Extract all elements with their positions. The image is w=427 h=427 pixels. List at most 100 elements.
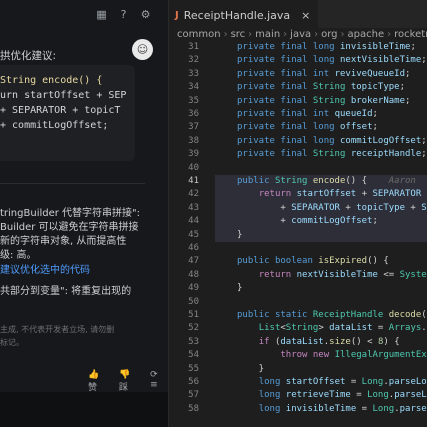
code-line[interactable]: 44 + commitLogOffset; xyxy=(169,215,427,228)
code-line[interactable]: 38 private final long commitLogOffset; xyxy=(169,135,427,148)
code-line[interactable]: 42 return startOffset + SEPARATOR + xyxy=(169,188,427,201)
line-number: 31 xyxy=(188,42,199,52)
screen: ▦ ? ⚙ ☺ 拱优化建议: String encode() { urn sta… xyxy=(0,0,427,427)
line-number: 56 xyxy=(188,377,199,387)
line-number: 43 xyxy=(188,202,199,213)
code-line[interactable]: 41 public String encode() { Aaron xyxy=(169,175,427,188)
code-text: private final int reviveQueueId; xyxy=(237,68,411,79)
code-line[interactable]: 58 long invisibleTime = Long.parseL xyxy=(169,403,427,416)
code-text: private final String receiptHandle; xyxy=(237,149,427,160)
extract-variable-suggestion: 共部分到变量": 将重复出现的 xyxy=(0,286,132,297)
suggestion-code-line: + SEPARATOR + topicT xyxy=(0,105,121,116)
line-number: 49 xyxy=(188,283,199,294)
code-line[interactable]: 46 xyxy=(169,242,427,255)
code-line[interactable]: 54 throw new IllegalArgumentExce xyxy=(169,349,427,362)
code-line[interactable]: 32 private final long nextVisibleTime; xyxy=(169,54,427,67)
code-text: private final String brokerName; xyxy=(237,95,411,106)
explanation-line: Builder 可以避免在字符串拼接 xyxy=(0,222,139,233)
code-line[interactable]: 56 long startOffset = Long.parseLo xyxy=(169,376,427,389)
line-number: 53 xyxy=(188,336,199,347)
suggestion-title: 拱优化建议: xyxy=(0,50,57,62)
input-area[interactable] xyxy=(0,392,168,427)
line-number: 33 xyxy=(188,68,199,79)
code-text: } xyxy=(237,363,265,374)
feedback-actions: 👍 赞 👎 踩 ⟳ ≡ xyxy=(88,370,168,393)
suggestion-code-line: + commitLogOffset; xyxy=(0,120,109,131)
divider xyxy=(0,183,145,184)
code-line[interactable]: 33 private final int reviveQueueId; xyxy=(169,68,427,81)
line-number: 34 xyxy=(188,82,199,93)
code-line[interactable]: 40 xyxy=(169,162,427,175)
line-number: 57 xyxy=(188,390,199,401)
code-line[interactable]: 53 if (dataList.size() < 8) { xyxy=(169,336,427,349)
code-line[interactable]: 47 public boolean isExpired() { xyxy=(169,255,427,268)
code-line[interactable]: 52 List<String> dataList = Arrays.a xyxy=(169,322,427,335)
code-line[interactable]: 49} xyxy=(169,282,427,295)
code-text: private final int queueId; xyxy=(237,109,378,119)
code-line[interactable]: 57 long retrieveTime = Long.parseLo xyxy=(169,389,427,402)
dislike-button[interactable]: 👎 踩 xyxy=(119,370,142,393)
code-text: private final long nextVisibleTime; xyxy=(237,55,427,66)
code-line[interactable]: 45} xyxy=(169,229,427,242)
line-number: 54 xyxy=(188,350,199,361)
close-icon[interactable]: × xyxy=(301,9,310,22)
line-number: 47 xyxy=(188,256,199,267)
line-number: 58 xyxy=(188,403,199,414)
code-suggestion-card: String encode() { urn startOffset + SEP … xyxy=(0,65,135,161)
code-line[interactable]: 48 return nextVisibleTime <= System xyxy=(169,269,427,282)
line-number: 48 xyxy=(188,269,199,280)
more-actions-button[interactable]: ⟳ ≡ xyxy=(150,370,168,393)
tab-receipthandle-java[interactable]: J ReceiptHandle.java × xyxy=(169,0,319,29)
settings-icon[interactable]: ⚙ xyxy=(139,6,152,24)
line-number: 39 xyxy=(188,149,199,160)
explanation-line: 新的字符串对象, 从而提高性 xyxy=(0,236,127,247)
code-text: return nextVisibleTime <= System xyxy=(258,269,427,280)
code-text: return startOffset + SEPARATOR + xyxy=(258,189,427,200)
line-number: 50 xyxy=(188,296,199,307)
explanation-line: tringBuilder 代替字符串拼接": xyxy=(0,208,141,219)
code-line[interactable]: 31 private final long invisibleTime; xyxy=(169,41,427,54)
code-line[interactable]: 50 xyxy=(169,296,427,309)
line-number: 41 xyxy=(188,176,199,186)
code-line[interactable]: 55 } xyxy=(169,363,427,376)
line-number: 46 xyxy=(188,243,199,253)
line-number: 52 xyxy=(188,323,199,334)
grid-icon[interactable]: ▦ xyxy=(95,6,108,24)
optimize-selected-code-link[interactable]: 建议优化选中的代码 xyxy=(0,264,90,278)
disclaimer: 主成, 不代表开发者立场, 请勿删 标记。 xyxy=(0,323,114,349)
line-number: 40 xyxy=(188,162,199,173)
suggestion-code-line: urn startOffset + SEP xyxy=(0,90,127,101)
code-line[interactable]: 51 public static ReceiptHandle decode(S xyxy=(169,309,427,322)
code-text: public String encode() { Aaron xyxy=(237,176,416,186)
explanation-line: 级: 高。 xyxy=(0,250,37,261)
code-line[interactable]: 37 private final long offset; xyxy=(169,121,427,134)
code-area[interactable]: 31 private final long invisibleTime; 32 pri… xyxy=(169,40,427,427)
line-number: 45 xyxy=(188,229,199,240)
line-number: 38 xyxy=(188,135,199,146)
code-text: private final long commitLogOffset; xyxy=(237,135,427,146)
avatar: ☺ xyxy=(132,39,153,60)
code-line[interactable]: 39 private final String receiptHandle; xyxy=(169,148,427,161)
code-line[interactable]: 43 + SEPARATOR + topicType + SE xyxy=(169,202,427,215)
code-text: } xyxy=(237,283,243,294)
code-line[interactable]: 34 private final String topicType; xyxy=(169,81,427,94)
code-text: private final long offset; xyxy=(237,122,378,133)
like-button[interactable]: 👍 赞 xyxy=(88,370,111,393)
line-number: 55 xyxy=(188,363,199,374)
code-line[interactable]: 36 private final int queueId; xyxy=(169,108,427,121)
code-text: List<String> dataList = Arrays.a xyxy=(258,323,427,334)
line-number: 42 xyxy=(188,189,199,200)
line-number: 32 xyxy=(188,55,199,66)
disclaimer-line: 标记。 xyxy=(0,338,24,347)
code-line[interactable]: 35 private final String brokerName; xyxy=(169,95,427,108)
java-file-icon: J xyxy=(175,9,179,21)
code-text: long startOffset = Long.parseLo xyxy=(258,377,427,387)
code-text: public static ReceiptHandle decode(S xyxy=(237,310,427,320)
help-icon[interactable]: ? xyxy=(117,6,130,24)
code-text: } xyxy=(237,229,243,240)
code-text: throw new IllegalArgumentExce xyxy=(280,350,427,361)
code-editor: J ReceiptHandle.java × common › src › main… xyxy=(168,0,427,427)
code-text: long invisibleTime = Long.parseL xyxy=(258,403,427,414)
code-text: private final long invisibleTime; xyxy=(237,42,416,52)
code-text: + commitLogOffset; xyxy=(237,216,378,227)
